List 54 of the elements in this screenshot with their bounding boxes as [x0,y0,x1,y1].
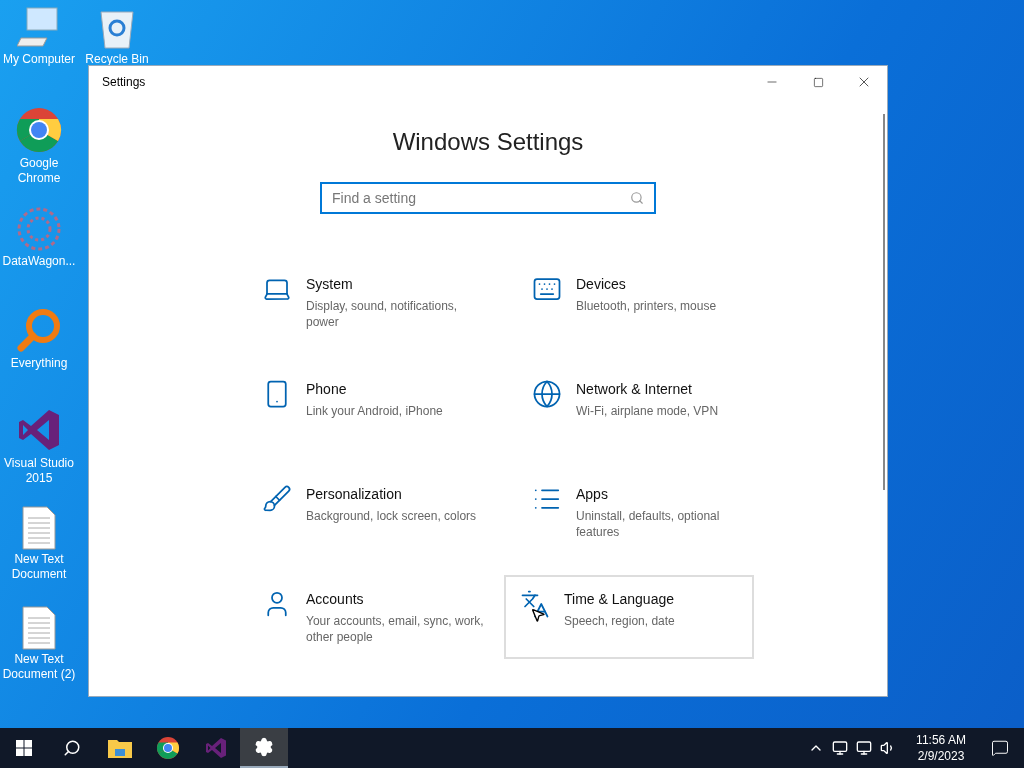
clock-date: 2/9/2023 [917,748,965,764]
folder-icon [108,738,132,758]
scrollbar[interactable] [883,114,885,490]
settings-icon [254,737,274,757]
tile-title: Network & Internet [576,380,693,399]
tile-title: Accounts [306,590,365,609]
brush-icon [262,484,292,514]
settings-tile[interactable]: Accounts Your accounts, email, sync, work, other people [246,575,496,659]
magnifier-icon [15,306,63,354]
settings-tile[interactable]: Personalization Background, lock screen, colors [246,470,496,554]
computer-icon [17,6,61,50]
settings-tile[interactable]: Apps Uninstall, defaults, optional features [516,470,766,554]
tile-description: Background, lock screen, colors [306,508,478,524]
tile-description: Bluetooth, printers, mouse [576,298,718,314]
tile-title: Devices [576,275,627,294]
settings-tile[interactable]: Network & Internet Wi-Fi, airplane mode, VPN [516,365,766,449]
clock-time: 11:56 AM [916,732,966,748]
chrome-icon [15,106,63,154]
tile-description: Speech, region, date [564,613,676,629]
tile-description: Link your Android, iPhone [306,403,444,419]
globe-icon [532,379,562,409]
network-icon[interactable] [856,740,872,756]
visual-studio-icon [204,736,228,760]
desktop-icon-label[interactable]: New Text Document (2) [0,652,78,682]
tile-title: Personalization [306,485,403,504]
settings-tile[interactable]: Devices Bluetooth, printers, mouse [516,260,766,344]
pattern-icon [16,206,62,252]
window-title: Settings [102,74,147,91]
settings-tile[interactable]: System Display, sound, notifications, power [246,260,496,344]
search-field[interactable]: Find a setting [320,182,656,214]
taskbar-app[interactable] [240,728,288,768]
windows-logo-icon [16,740,32,756]
search-icon [630,191,644,205]
maximize-icon [812,76,824,88]
tile-description: Uninstall, defaults, optional features [576,508,721,540]
tile-title: Phone [306,380,348,399]
search-icon [63,739,81,757]
document-icon [22,506,56,550]
tile-description: Wi-Fi, airplane mode, VPN [576,403,720,419]
tile-title: Time & Language [564,590,675,609]
notification-icon [991,739,1009,757]
tile-description: Display, sound, notifications, power [306,298,459,330]
tile-title: System [306,275,354,294]
document-icon [22,606,56,650]
desktop-icon-label[interactable]: New Text Document [0,552,78,582]
mouse-pointer-icon [530,607,546,623]
language-icon [520,589,550,619]
tile-title: Apps [576,485,609,504]
clock[interactable]: 11:56 AM 2/9/2023 [906,732,976,764]
tile-description: Your accounts, email, sync, work, other people [306,613,485,645]
settings-tile[interactable]: Time & Language Speech, region, date [504,575,754,659]
page-heading: Windows Settings [392,127,584,157]
settings-tile[interactable]: Phone Link your Android, iPhone [246,365,496,449]
chrome-icon [156,736,180,760]
